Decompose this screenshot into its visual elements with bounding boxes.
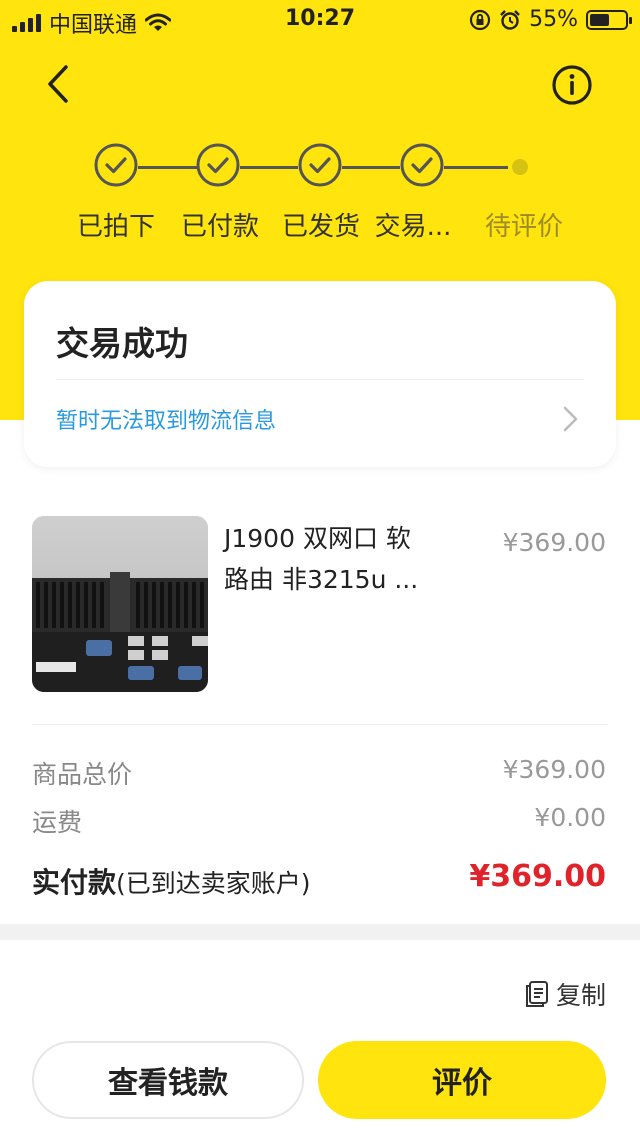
info-button[interactable]	[551, 64, 593, 106]
shipping-value: ¥0.00	[534, 803, 606, 832]
order-status-card: 交易成功 暂时无法取到物流信息	[24, 281, 616, 467]
copy-icon	[525, 981, 548, 1007]
battery-percent: 55%	[529, 7, 578, 32]
orientation-lock-icon	[469, 9, 491, 30]
status-bar: 中国联通 10:27 55%	[0, 0, 640, 40]
alarm-icon	[500, 9, 520, 30]
paid-amount: ¥369.00	[469, 859, 606, 894]
product-price: ¥369.00	[502, 528, 606, 557]
step-label: 待评价	[484, 212, 563, 242]
step-5-pending-dot	[512, 159, 528, 175]
view-money-button[interactable]: 查看钱款	[32, 1041, 304, 1119]
status-bar-right: 55%	[469, 7, 632, 32]
goods-total-value: ¥369.00	[502, 755, 606, 784]
product-image[interactable]	[32, 516, 208, 692]
copy-label: 复制	[555, 981, 606, 1010]
paid-label-text: 实付款	[32, 866, 117, 899]
paid-note: (已到达卖家账户)	[116, 869, 311, 898]
step-2-check-icon	[196, 143, 240, 187]
divider	[32, 724, 608, 725]
shipping-label: 运费	[32, 808, 83, 837]
section-separator	[0, 924, 640, 940]
copy-button[interactable]: 复制	[524, 976, 606, 1012]
product-title-line: 路由 非3215u ...	[224, 565, 419, 594]
chevron-left-icon	[48, 65, 68, 103]
chevron-right-icon	[563, 406, 578, 432]
battery-icon	[586, 9, 632, 30]
progress-line	[342, 166, 400, 169]
step-1-check-icon	[94, 143, 138, 187]
step-3-check-icon	[298, 143, 342, 187]
battery-level	[590, 13, 609, 26]
product-title: J1900 双网口 软 路由 非3215u ...	[224, 518, 456, 600]
divider	[56, 379, 584, 380]
goods-total-label: 商品总价	[32, 760, 133, 789]
step-label: 交易...	[374, 212, 452, 242]
review-button[interactable]: 评价	[318, 1041, 606, 1119]
progress-line	[444, 166, 508, 169]
step-4-check-icon	[400, 143, 444, 187]
info-icon	[552, 65, 592, 105]
logistics-info: 暂时无法取到物流信息	[56, 409, 277, 434]
step-label: 已付款	[180, 212, 259, 242]
product-title-line: J1900 双网口 软	[224, 524, 411, 553]
order-status-title: 交易成功	[56, 324, 188, 363]
step-label: 已拍下	[76, 212, 155, 242]
progress-line	[240, 166, 298, 169]
back-button[interactable]	[38, 62, 82, 106]
paid-label: 实付款(已到达卖家账户)	[32, 861, 311, 901]
